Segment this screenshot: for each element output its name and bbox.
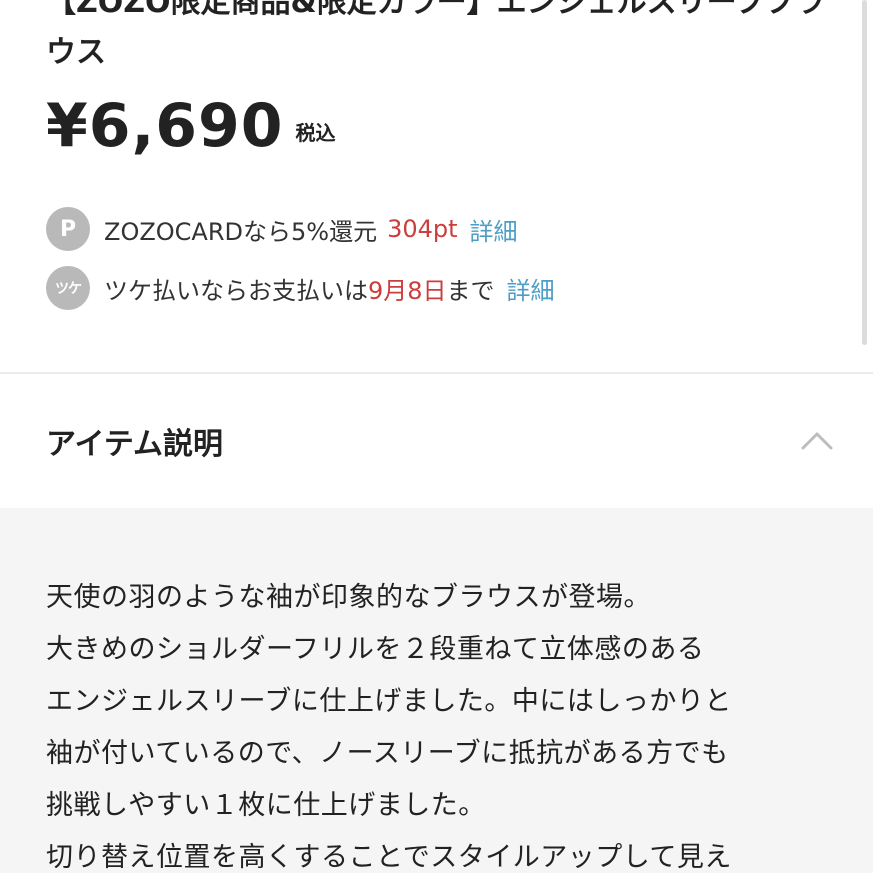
scrollbar[interactable] xyxy=(862,0,867,345)
product-price: ¥6,690 xyxy=(46,91,284,161)
description-line: 大きめのショルダーフリルを２段重ねて立体感のある xyxy=(46,634,705,665)
points-icon: P xyxy=(46,207,90,251)
tsuke-benefit: ツケ ツケ払いならお支払いは 9月8日 まで 詳細 xyxy=(46,266,555,310)
product-title: 【ZOZO限定商品&限定カラー】エンジェルスリーブブラウス xyxy=(46,0,825,70)
description-line: エンジェルスリーブに仕上げました。中にはしっかりと xyxy=(46,686,732,717)
description-text: 天使の羽のような袖が印象的なブラウスが登場。 大きめのショルダーフリルを２段重ね… xyxy=(46,572,846,873)
tsuke-text-after: まで xyxy=(446,276,495,305)
description-line: 天使の羽のような袖が印象的なブラウスが登場。 xyxy=(46,582,651,613)
description-line: 挑戦しやすい１枚に仕上げました。 xyxy=(46,790,486,821)
tsuke-due-date: 9月8日 xyxy=(368,276,447,305)
tsuke-text-before: ツケ払いならお支払いは xyxy=(104,276,368,305)
description-line: 袖が付いているので、ノースリーブに抵抗がある方でも xyxy=(46,738,729,769)
points-amount: 304pt xyxy=(387,215,458,243)
tax-label: 税込 xyxy=(295,121,336,145)
section-title: アイテム説明 xyxy=(46,427,223,462)
product-detail-page: 【ZOZO限定商品&限定カラー】エンジェルスリーブブラウス ¥6,690 税込 … xyxy=(0,0,873,873)
tsuke-detail-link[interactable]: 詳細 xyxy=(507,271,555,306)
price-row: ¥6,690 税込 xyxy=(46,92,336,160)
description-line: 切り替え位置を高くすることでスタイルアップして見え xyxy=(46,842,732,873)
item-description-header[interactable]: アイテム説明 xyxy=(0,374,873,508)
zozocard-benefit: P ZOZOCARDなら5%還元 304pt 詳細 xyxy=(46,207,518,251)
item-description-body: 天使の羽のような袖が印象的なブラウスが登場。 大きめのショルダーフリルを２段重ね… xyxy=(0,508,873,873)
zozocard-detail-link[interactable]: 詳細 xyxy=(470,212,518,247)
chevron-up-icon[interactable] xyxy=(797,421,837,461)
zozocard-text: ZOZOCARDなら5%還元 xyxy=(104,217,378,246)
tsuke-icon: ツケ xyxy=(46,266,90,310)
